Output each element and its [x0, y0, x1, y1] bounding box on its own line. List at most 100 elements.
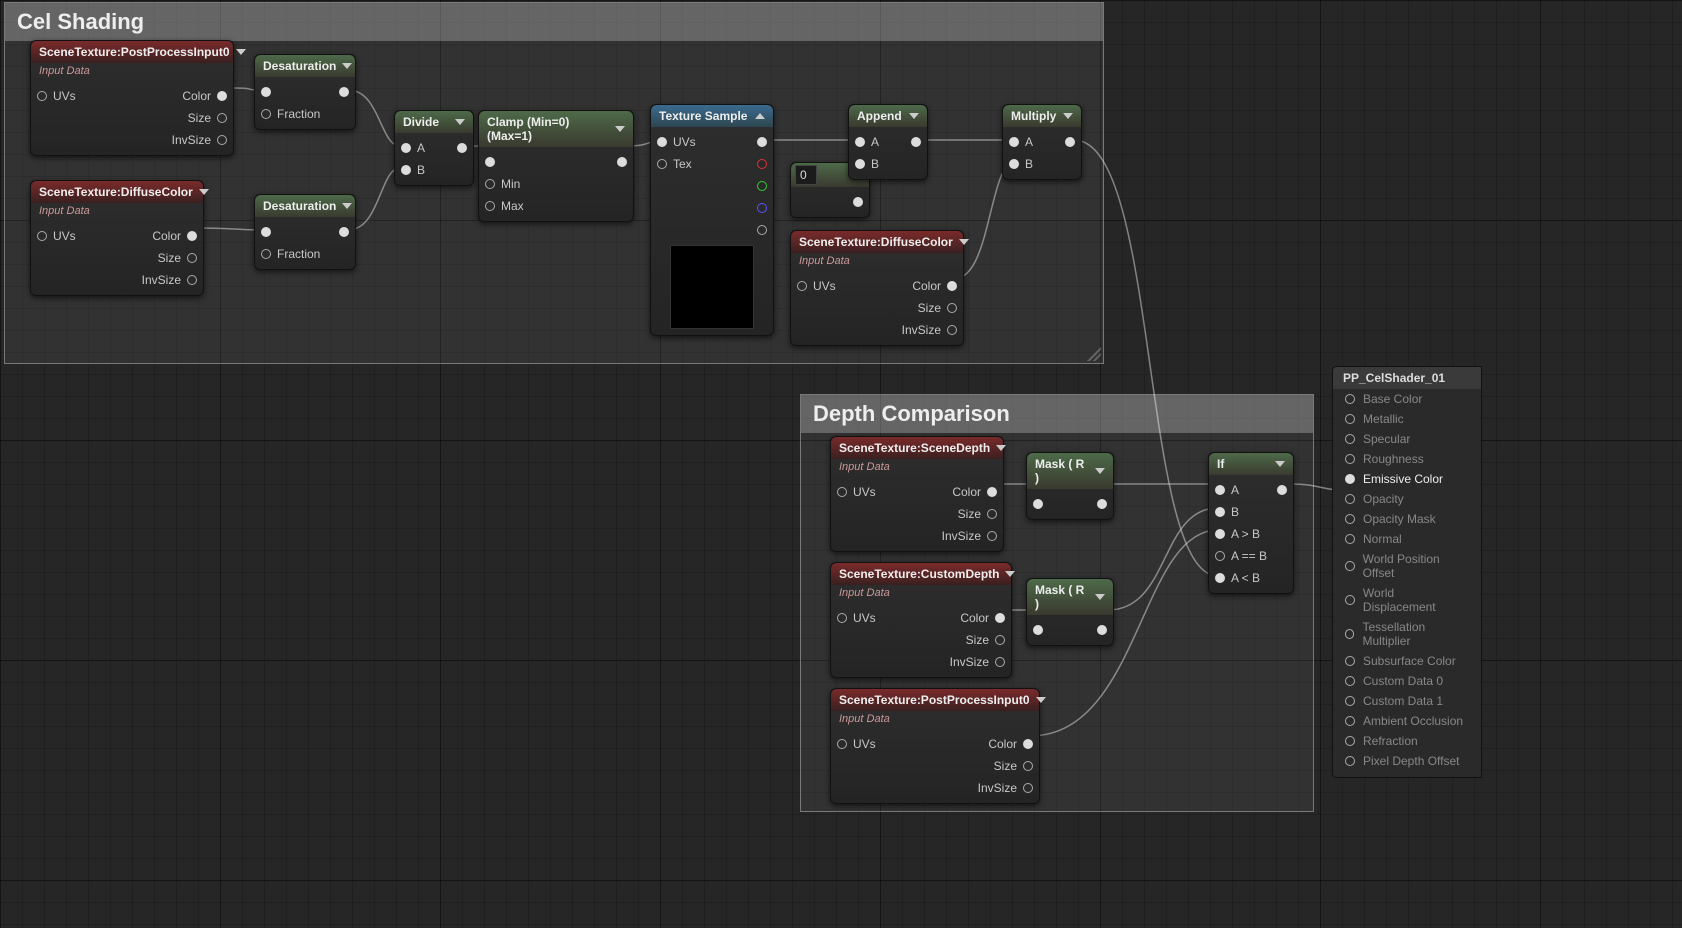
pin-tex[interactable]: Tex: [657, 157, 692, 171]
chevron-down-icon[interactable]: [909, 113, 919, 119]
node-mask-r-1[interactable]: Mask ( R ): [1026, 452, 1114, 520]
pin-max[interactable]: Max: [485, 199, 524, 213]
pin-out[interactable]: [1065, 137, 1075, 147]
pin-size[interactable]: Size: [958, 507, 997, 521]
node-if[interactable]: If A B A > B A == B A < B: [1208, 452, 1294, 594]
node-header[interactable]: Divide: [395, 111, 473, 133]
output-pin[interactable]: Tessellation Multiplier: [1333, 617, 1481, 651]
pin-size[interactable]: Size: [158, 251, 197, 265]
output-pin[interactable]: Opacity Mask: [1333, 509, 1481, 529]
node-header[interactable]: SceneTexture:PostProcessInput0: [31, 41, 233, 63]
node-scene-texture-diffuse-2[interactable]: SceneTexture:DiffuseColor Input Data UVs…: [790, 230, 964, 346]
pin-min[interactable]: Min: [485, 177, 520, 191]
pin-in[interactable]: [485, 157, 495, 167]
pin-in[interactable]: [261, 227, 271, 237]
material-output-node[interactable]: PP_CelShader_01 Base ColorMetallicSpecul…: [1332, 366, 1482, 778]
pin-a[interactable]: A: [1215, 483, 1239, 497]
pin-out-a[interactable]: [757, 225, 767, 235]
output-pin[interactable]: World Position Offset: [1333, 549, 1481, 583]
pin-b[interactable]: B: [1215, 505, 1239, 519]
pin-fraction[interactable]: Fraction: [261, 247, 320, 261]
node-scene-depth[interactable]: SceneTexture:SceneDepth Input Data UVs C…: [830, 436, 1004, 552]
output-pin[interactable]: Refraction: [1333, 731, 1481, 751]
pin-invsize[interactable]: InvSize: [142, 273, 197, 287]
node-multiply[interactable]: Multiply A B: [1002, 104, 1082, 180]
pin-out[interactable]: [853, 197, 863, 207]
output-pin[interactable]: Metallic: [1333, 409, 1481, 429]
pin-in[interactable]: [1033, 499, 1043, 509]
output-pin[interactable]: Emissive Color: [1333, 469, 1481, 489]
pin-out[interactable]: [911, 137, 921, 147]
node-clamp[interactable]: Clamp (Min=0) (Max=1) Min Max: [478, 110, 634, 222]
pin-out-r[interactable]: [757, 159, 767, 169]
pin-invsize[interactable]: InvSize: [172, 133, 227, 147]
pin-a-eq-b[interactable]: A == B: [1215, 549, 1267, 563]
pin-a-lt-b[interactable]: A < B: [1215, 571, 1260, 585]
chevron-down-icon[interactable]: [342, 203, 352, 209]
pin-out-g[interactable]: [757, 181, 767, 191]
resize-grip-icon[interactable]: [1087, 347, 1101, 361]
output-pin[interactable]: Base Color: [1333, 389, 1481, 409]
pin-uvs[interactable]: UVs: [657, 135, 696, 149]
pin-size[interactable]: Size: [188, 111, 227, 125]
pin-invsize[interactable]: InvSize: [978, 781, 1033, 795]
pin-size[interactable]: Size: [966, 633, 1005, 647]
chevron-down-icon[interactable]: [1063, 113, 1073, 119]
output-pin[interactable]: Opacity: [1333, 489, 1481, 509]
pin-invsize[interactable]: InvSize: [902, 323, 957, 337]
output-pin[interactable]: World Displacement: [1333, 583, 1481, 617]
node-header[interactable]: SceneTexture:DiffuseColor: [791, 231, 963, 253]
output-pin[interactable]: Custom Data 1: [1333, 691, 1481, 711]
pin-size[interactable]: Size: [994, 759, 1033, 773]
pin-color[interactable]: Color: [912, 279, 957, 293]
chevron-down-icon[interactable]: [1095, 594, 1105, 600]
chevron-down-icon[interactable]: [996, 445, 1006, 451]
node-header[interactable]: SceneTexture:DiffuseColor: [31, 181, 203, 203]
node-header[interactable]: Clamp (Min=0) (Max=1): [479, 111, 633, 147]
pin-invsize[interactable]: InvSize: [950, 655, 1005, 669]
constant-value-input[interactable]: [795, 165, 817, 185]
node-postprocess-input0-b[interactable]: SceneTexture:PostProcessInput0 Input Dat…: [830, 688, 1040, 804]
pin-b[interactable]: B: [1009, 157, 1033, 171]
node-header[interactable]: Desaturation: [255, 55, 355, 77]
node-header[interactable]: Multiply: [1003, 105, 1081, 127]
pin-color[interactable]: Color: [952, 485, 997, 499]
node-header[interactable]: SceneTexture:SceneDepth: [831, 437, 1003, 459]
chevron-down-icon[interactable]: [1036, 697, 1046, 703]
pin-a-gt-b[interactable]: A > B: [1215, 527, 1260, 541]
pin-uvs[interactable]: UVs: [797, 279, 836, 293]
pin-a[interactable]: A: [401, 141, 425, 155]
chevron-down-icon[interactable]: [1095, 468, 1105, 474]
node-header[interactable]: If: [1209, 453, 1293, 475]
pin-out[interactable]: [339, 227, 349, 237]
pin-out[interactable]: [1277, 485, 1287, 495]
pin-fraction[interactable]: Fraction: [261, 107, 320, 121]
node-header[interactable]: Mask ( R ): [1027, 579, 1113, 615]
pin-uvs[interactable]: UVs: [837, 485, 876, 499]
chevron-down-icon[interactable]: [1275, 461, 1285, 467]
node-desaturation-2[interactable]: Desaturation Fraction: [254, 194, 356, 270]
pin-color[interactable]: Color: [152, 229, 197, 243]
node-header[interactable]: SceneTexture:PostProcessInput0: [831, 689, 1039, 711]
pin-out[interactable]: [1097, 499, 1107, 509]
chevron-down-icon[interactable]: [959, 239, 969, 245]
chevron-down-icon[interactable]: [342, 63, 352, 69]
pin-out[interactable]: [457, 143, 467, 153]
pin-in[interactable]: [1033, 625, 1043, 635]
node-mask-r-2[interactable]: Mask ( R ): [1026, 578, 1114, 646]
chevron-down-icon[interactable]: [199, 189, 209, 195]
node-desaturation-1[interactable]: Desaturation Fraction: [254, 54, 356, 130]
pin-b[interactable]: B: [855, 157, 879, 171]
pin-size[interactable]: Size: [918, 301, 957, 315]
pin-invsize[interactable]: InvSize: [942, 529, 997, 543]
pin-uvs[interactable]: UVs: [37, 229, 76, 243]
node-custom-depth[interactable]: SceneTexture:CustomDepth Input Data UVs …: [830, 562, 1012, 678]
pin-out[interactable]: [617, 157, 627, 167]
chevron-down-icon[interactable]: [615, 126, 625, 132]
pin-b[interactable]: B: [401, 163, 425, 177]
node-header[interactable]: SceneTexture:CustomDepth: [831, 563, 1011, 585]
node-texture-sample[interactable]: Texture Sample UVs Tex: [650, 104, 774, 336]
node-scene-texture-postprocess[interactable]: SceneTexture:PostProcessInput0 Input Dat…: [30, 40, 234, 156]
pin-color[interactable]: Color: [988, 737, 1033, 751]
output-pin[interactable]: Roughness: [1333, 449, 1481, 469]
